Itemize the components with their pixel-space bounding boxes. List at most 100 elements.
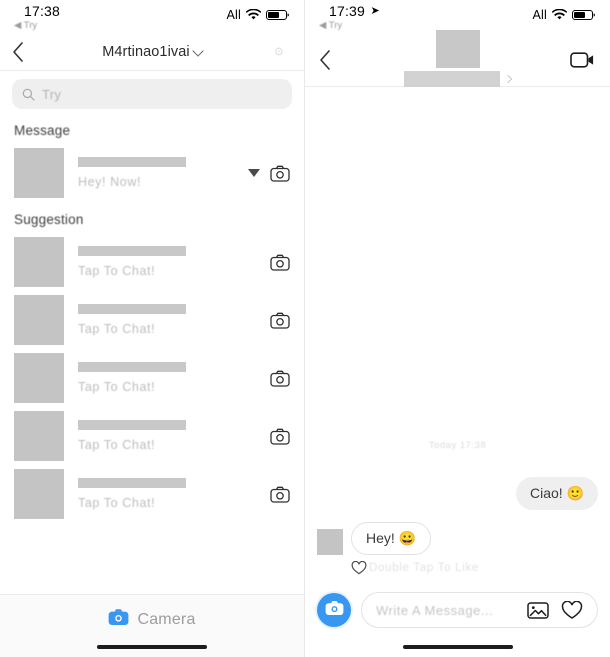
list-item-name xyxy=(78,478,186,488)
search-input[interactable]: Try xyxy=(12,79,292,109)
message-input-placeholder: Write A Message... xyxy=(376,602,494,618)
status-bar-carrier: All xyxy=(532,8,547,22)
list-item-subtitle: Tap To Chat! xyxy=(78,496,156,510)
left-phone-screen: 17:38 ◀ Try All M4rtinao1ivai ⚙ Try Mess… xyxy=(0,0,305,657)
list-item[interactable]: Tap To Chat! xyxy=(0,291,304,349)
video-call-icon xyxy=(570,51,596,69)
avatar xyxy=(14,411,64,461)
list-item[interactable]: Tap To Chat! xyxy=(0,407,304,465)
list-item-text: Tap To Chat! xyxy=(64,478,270,510)
status-bar-time-row: 17:38 xyxy=(14,3,60,21)
camera-icon[interactable] xyxy=(270,165,290,182)
message-row-incoming: Hey! 😀 xyxy=(317,522,598,555)
search-wrap: Try xyxy=(0,71,304,113)
message-bubble[interactable]: Hey! 😀 xyxy=(351,522,432,555)
more-options-icon: ⚙ xyxy=(273,44,285,59)
composer-camera-button[interactable] xyxy=(317,593,351,627)
bottom-camera-bar: Camera xyxy=(0,594,304,657)
home-indicator xyxy=(402,645,513,649)
status-bar-back-app[interactable]: ◀ Try xyxy=(319,21,380,31)
back-button[interactable] xyxy=(12,39,34,65)
double-tap-hint: Double Tap To Like xyxy=(317,561,598,575)
status-bar-time: 17:38 xyxy=(24,3,61,19)
list-item-subtitle: Tap To Chat! xyxy=(78,438,156,452)
camera-button-label: Camera xyxy=(137,610,196,628)
search-icon xyxy=(22,88,35,101)
right-phone-screen: 17:39 ➤ ◀ Try All Today 17:38 Ciao! 🙂 He… xyxy=(305,0,610,657)
list-item-subtitle: Tap To Chat! xyxy=(78,264,156,278)
conversation-daystamp: Today 17:38 xyxy=(428,440,487,451)
chat-nav-bar xyxy=(305,30,610,87)
conversation-thread: Today 17:38 Ciao! 🙂 Hey! 😀 Double Tap To… xyxy=(305,84,610,589)
camera-icon[interactable] xyxy=(270,254,290,271)
video-call-button[interactable] xyxy=(570,51,596,69)
home-indicator xyxy=(97,645,207,649)
chat-contact-header[interactable] xyxy=(305,30,610,87)
camera-icon[interactable] xyxy=(270,486,290,503)
chevron-right-icon xyxy=(503,74,513,84)
wifi-icon xyxy=(246,9,261,21)
wifi-icon xyxy=(552,9,567,21)
list-item[interactable]: Tap To Chat! xyxy=(0,465,304,523)
avatar xyxy=(14,469,64,519)
more-options-button[interactable]: ⚙ xyxy=(266,39,292,65)
list-item-name xyxy=(78,157,186,167)
status-bar: 17:39 ➤ ◀ Try All xyxy=(305,0,610,34)
camera-icon xyxy=(325,600,344,621)
message-bubble[interactable]: Ciao! 🙂 xyxy=(515,477,598,510)
message-row-outgoing: Ciao! 🙂 xyxy=(317,477,598,510)
dual-screenshot-container: 17:38 ◀ Try All M4rtinao1ivai ⚙ Try Mess… xyxy=(0,0,610,657)
list-item-actions xyxy=(270,486,290,503)
avatar xyxy=(14,353,64,403)
status-bar: 17:38 ◀ Try All xyxy=(0,0,304,34)
avatar xyxy=(14,237,64,287)
status-bar-time-row: 17:39 ➤ xyxy=(319,3,380,21)
list-item-actions xyxy=(270,312,290,329)
avatar xyxy=(317,529,343,555)
status-bar-time: 17:39 xyxy=(329,3,366,19)
heart-outline-icon xyxy=(351,561,367,575)
camera-button[interactable]: Camera xyxy=(108,608,195,631)
battery-icon xyxy=(266,9,290,21)
list-item-actions xyxy=(248,165,290,182)
list-item-name xyxy=(78,362,186,372)
triangle-down-icon[interactable] xyxy=(248,169,260,177)
list-item[interactable]: Tap To Chat! xyxy=(0,349,304,407)
camera-icon[interactable] xyxy=(270,428,290,445)
status-bar-left: 17:38 ◀ Try xyxy=(14,3,60,31)
avatar xyxy=(435,30,480,68)
list-item-text: Tap To Chat! xyxy=(64,420,270,452)
list-item[interactable]: Tap To Chat! xyxy=(0,233,304,291)
double-tap-hint-label: Double Tap To Like xyxy=(369,562,479,574)
list-item-name xyxy=(78,246,186,256)
heart-outline-icon[interactable] xyxy=(561,600,583,620)
list-item-actions xyxy=(270,370,290,387)
message-input[interactable]: Write A Message... xyxy=(361,592,598,628)
chevron-down-icon[interactable] xyxy=(192,44,204,57)
list-item-actions xyxy=(270,428,290,445)
camera-icon[interactable] xyxy=(270,370,290,387)
back-button[interactable] xyxy=(319,47,341,73)
status-bar-carrier: All xyxy=(226,8,241,22)
list-item[interactable]: Hey! Now! xyxy=(0,144,304,202)
nav-bar: M4rtinao1ivai ⚙ xyxy=(0,34,304,70)
list-item-text: Tap To Chat! xyxy=(64,246,270,278)
message-composer: Write A Message... xyxy=(305,589,610,631)
location-arrow-icon: ➤ xyxy=(370,5,380,17)
list-item-text: Tap To Chat! xyxy=(64,362,270,394)
status-bar-left: 17:39 ➤ ◀ Try xyxy=(319,3,380,31)
list-item-subtitle: Tap To Chat! xyxy=(78,322,156,336)
status-bar-right: All xyxy=(533,3,597,22)
status-bar-right: All xyxy=(227,3,291,22)
list-item-actions xyxy=(270,254,290,271)
list-item-name xyxy=(78,304,186,314)
image-icon[interactable] xyxy=(527,601,549,620)
list-item-subtitle: Tap To Chat! xyxy=(78,380,156,394)
list-item-text: Hey! Now! xyxy=(64,157,248,189)
camera-icon xyxy=(108,608,129,631)
list-item-subtitle: Hey! Now! xyxy=(78,175,142,189)
camera-icon[interactable] xyxy=(270,312,290,329)
status-bar-back-app[interactable]: ◀ Try xyxy=(14,21,60,31)
section-title-message: Message xyxy=(14,123,71,138)
page-title: M4rtinao1ivai xyxy=(102,44,190,60)
